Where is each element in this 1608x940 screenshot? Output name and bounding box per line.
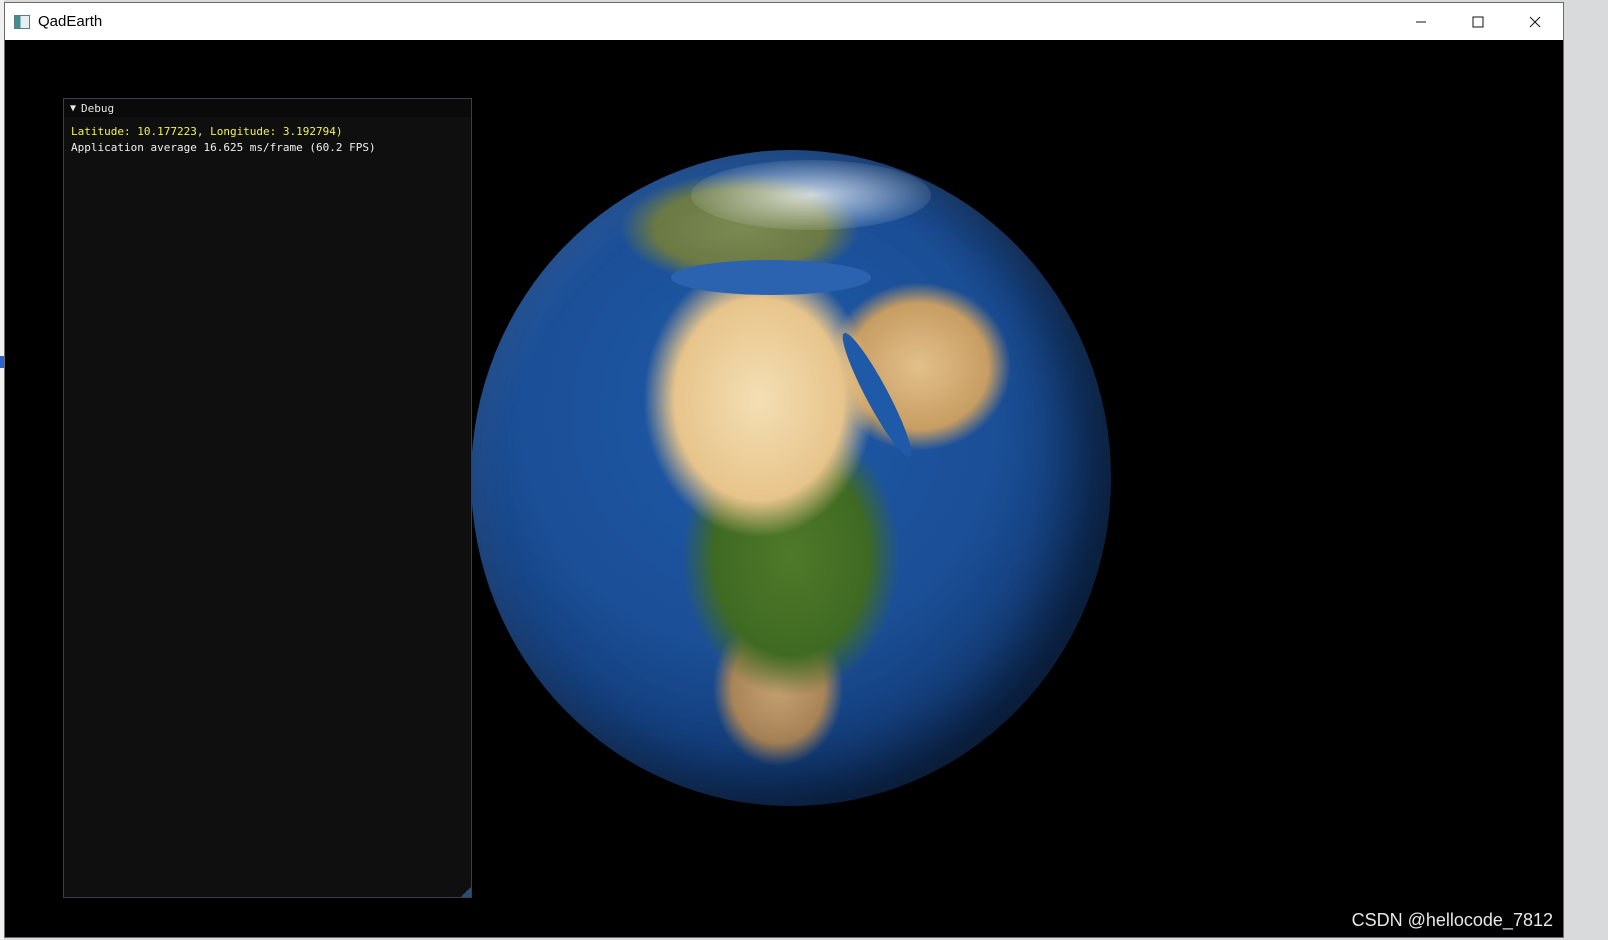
minimize-icon	[1415, 21, 1426, 22]
app-icon	[14, 14, 30, 29]
latlon-readout: Latitude: 10.177223, Longitude: 3.192794…	[71, 125, 343, 138]
earth-globe[interactable]	[471, 150, 1111, 806]
app-window: QadEarth ▼ Debug Latitude: 10.177223, Lo…	[4, 2, 1564, 938]
close-icon	[1529, 16, 1540, 27]
minimize-button[interactable]	[1392, 3, 1449, 40]
red-sea	[834, 328, 920, 462]
debug-panel-body: Latitude: 10.177223, Longitude: 3.192794…	[64, 117, 471, 163]
collapse-triangle-icon[interactable]: ▼	[70, 103, 76, 114]
render-viewport[interactable]: ▼ Debug Latitude: 10.177223, Longitude: …	[5, 40, 1563, 937]
title-bar[interactable]: QadEarth	[5, 3, 1563, 40]
resize-grip-icon[interactable]	[461, 887, 471, 897]
maximize-button[interactable]	[1449, 3, 1506, 40]
window-controls	[1392, 3, 1563, 40]
debug-panel-header[interactable]: ▼ Debug	[64, 99, 471, 117]
debug-panel-title: Debug	[81, 101, 115, 115]
mediterranean-sea	[671, 260, 871, 295]
cloud-layer	[691, 160, 931, 230]
watermark: CSDN @hellocode_7812	[1351, 910, 1553, 930]
maximize-icon	[1472, 16, 1483, 27]
fps-readout: Application average 16.625 ms/frame (60.…	[71, 141, 376, 154]
debug-panel[interactable]: ▼ Debug Latitude: 10.177223, Longitude: …	[63, 98, 472, 898]
close-button[interactable]	[1506, 3, 1563, 40]
window-title: QadEarth	[38, 13, 103, 30]
